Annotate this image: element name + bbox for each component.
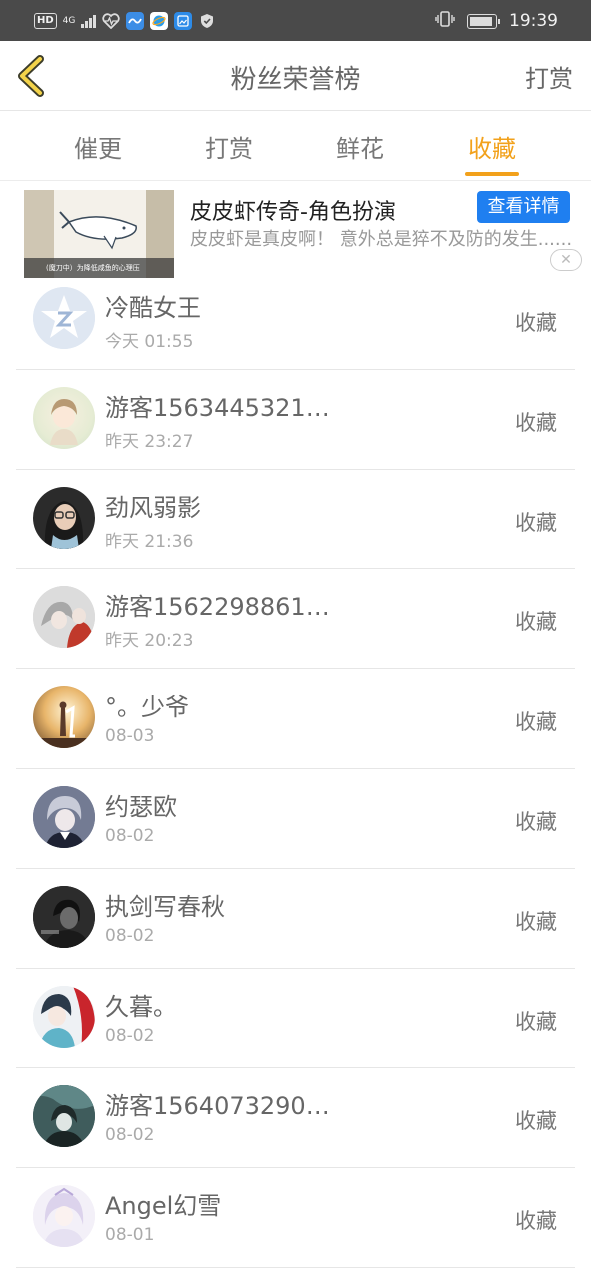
app-header: 粉丝荣誉榜 打赏 [0, 41, 591, 111]
list-item[interactable]: 游客1564073290… 08-02 收藏 [0, 1068, 591, 1168]
action-label: 收藏 [515, 710, 557, 735]
user-name: Angel幻雪 [105, 1192, 222, 1221]
tab-urge[interactable]: 催更 [58, 129, 138, 164]
fan-list: 冷酷女王 今天 01:55 收藏 游客1563445321… 昨天 23:27 … [0, 270, 591, 1268]
whale-illustration [59, 211, 137, 250]
timestamp: 08-02 [105, 925, 155, 946]
close-icon[interactable]: ✕ [550, 249, 582, 271]
list-item[interactable]: 执剑写春秋 08-02 收藏 [0, 869, 591, 969]
ad-title[interactable]: 皮皮虾传奇-角色扮演 [190, 194, 396, 226]
avatar[interactable] [33, 785, 95, 848]
tab-reward[interactable]: 打赏 [189, 129, 269, 164]
app-gallery-icon [173, 12, 192, 30]
list-item[interactable]: °。少爷 08-03 收藏 [0, 669, 591, 769]
timestamp: 昨天 23:27 [105, 431, 194, 452]
ad-banner[interactable]: (魔刀中）为降低咸鱼的心理压 皮皮虾传奇-角色扮演 查看详情 皮皮虾是真皮啊！ … [0, 182, 591, 282]
user-name: 久暮。 [105, 992, 177, 1021]
hd-badge: HD [34, 13, 57, 29]
action-label: 收藏 [515, 311, 557, 335]
active-tab-indicator [465, 172, 519, 176]
user-name: 游客1564073290… [105, 1092, 330, 1121]
page-title: 粉丝荣誉榜 [230, 65, 361, 95]
timestamp: 08-03 [105, 726, 155, 747]
timestamp: 08-01 [105, 1225, 155, 1246]
action-label: 收藏 [515, 610, 557, 635]
action-label: 收藏 [515, 510, 557, 535]
avatar[interactable] [33, 686, 95, 749]
app-browser-icon [149, 12, 168, 30]
user-name: 执剑写春秋 [105, 892, 225, 921]
status-bar: HD 4G 19:39 [0, 0, 591, 41]
timestamp: 昨天 20:23 [105, 631, 194, 652]
timestamp: 08-02 [105, 825, 155, 846]
list-item[interactable]: 冷酷女王 今天 01:55 收藏 [0, 270, 591, 370]
status-time: 19:39 [509, 11, 558, 31]
status-left: HD 4G [34, 10, 216, 32]
timestamp: 昨天 21:36 [105, 531, 194, 552]
user-name: °。少爷 [105, 693, 189, 722]
avatar[interactable] [33, 486, 95, 549]
action-label: 收藏 [515, 410, 557, 435]
avatar[interactable] [33, 287, 95, 349]
avatar[interactable] [33, 586, 95, 649]
signal-icon [81, 14, 96, 28]
health-heart-icon [102, 12, 120, 30]
action-label: 收藏 [515, 909, 557, 934]
network-type: 4G [62, 16, 76, 26]
ad-details-button[interactable]: 查看详情 [477, 191, 570, 223]
list-item[interactable]: 约瑟欧 08-02 收藏 [0, 769, 591, 869]
tab-flowers[interactable]: 鲜花 [320, 129, 400, 164]
user-name: 游客1562298861… [105, 593, 330, 622]
reward-button[interactable]: 打赏 [525, 59, 573, 94]
list-item[interactable]: 劲风弱影 昨天 21:36 收藏 [0, 470, 591, 570]
timestamp: 08-02 [105, 1025, 155, 1046]
user-name: 游客1563445321… [105, 393, 330, 422]
timestamp: 08-02 [105, 1125, 155, 1146]
action-label: 收藏 [515, 1209, 557, 1234]
user-name: 冷酷女王 [105, 294, 201, 322]
shield-icon [198, 12, 216, 30]
ad-thumbnail[interactable]: (魔刀中）为降低咸鱼的心理压 [24, 190, 174, 278]
avatar[interactable] [33, 1185, 95, 1248]
list-item[interactable]: 游客1562298861… 昨天 20:23 收藏 [0, 569, 591, 669]
app-blue-wave-icon [125, 12, 144, 30]
ad-description: 皮皮虾是真皮啊！ 意外总是猝不及防的发生...... [190, 229, 573, 250]
list-item[interactable]: 游客1563445321… 昨天 23:27 收藏 [0, 370, 591, 470]
action-label: 收藏 [515, 1009, 557, 1034]
avatar[interactable] [33, 386, 95, 449]
vibrate-icon [435, 10, 455, 33]
action-label: 收藏 [515, 1109, 557, 1134]
battery-icon [467, 13, 500, 29]
status-right: 19:39 [435, 10, 558, 32]
avatar[interactable] [33, 1085, 95, 1148]
timestamp: 今天 01:55 [105, 332, 194, 352]
action-label: 收藏 [515, 809, 557, 834]
tab-bar: 催更 打赏 鲜花 收藏 [0, 111, 591, 181]
list-item[interactable]: Angel幻雪 08-01 收藏 [0, 1168, 591, 1268]
user-name: 劲风弱影 [105, 493, 201, 522]
list-item[interactable]: 久暮。 08-02 收藏 [0, 969, 591, 1069]
avatar[interactable] [33, 985, 95, 1048]
user-name: 约瑟欧 [105, 792, 177, 821]
tab-favorites[interactable]: 收藏 [452, 129, 532, 164]
avatar[interactable] [33, 885, 95, 948]
